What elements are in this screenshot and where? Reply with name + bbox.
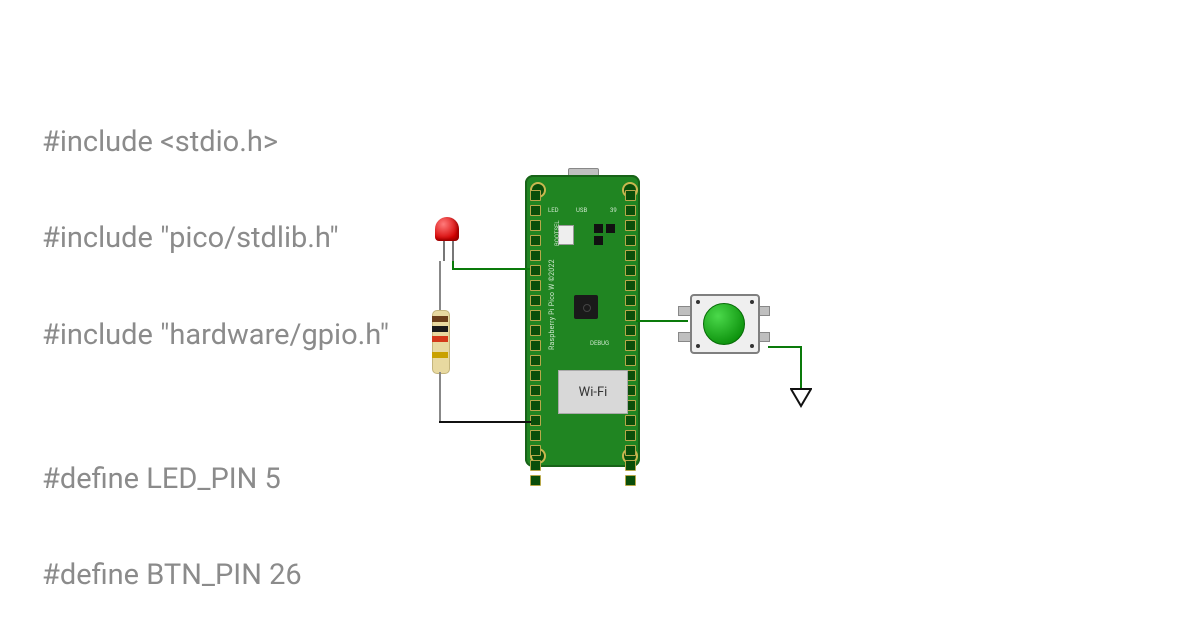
pico-w-board[interactable] — [525, 175, 640, 467]
wire-led-gp5 — [452, 268, 530, 270]
red-led[interactable] — [435, 217, 459, 241]
schematic-canvas: #include <stdio.h> #include "pico/stdlib… — [0, 0, 1200, 630]
resistor-band-4 — [432, 352, 448, 358]
button-corner-dot-icon — [750, 344, 754, 348]
board-label-bootsel: BOOTSEL — [554, 220, 561, 246]
pin-header-right[interactable] — [625, 190, 635, 486]
pin-header-left[interactable] — [530, 190, 540, 486]
code-line: #define BTN_PIN 26 — [42, 551, 637, 599]
wire-btn-gnd — [800, 346, 802, 390]
ground-symbol-icon — [790, 388, 812, 410]
resistor-band-3 — [432, 336, 448, 342]
resistor-lead — [439, 261, 441, 310]
led-cathode-leg — [443, 241, 445, 261]
board-label-led: LED — [548, 207, 559, 214]
chip-icon — [594, 224, 603, 233]
wifi-module-label: Wi-Fi — [579, 385, 608, 400]
code-line: #include <stdio.h> — [42, 118, 637, 166]
wire-btn-gp26 — [636, 320, 688, 322]
wifi-module: Wi-Fi — [558, 370, 628, 414]
resistor-band-2 — [432, 326, 448, 332]
chip-orientation-icon — [583, 304, 591, 312]
board-label-usb: USB — [576, 207, 587, 214]
button-corner-dot-icon — [750, 300, 754, 304]
button-corner-dot-icon — [696, 300, 700, 304]
board-side-text: Raspberry Pi Pico W ©2022 — [548, 259, 556, 350]
chip-icon — [606, 224, 615, 233]
push-button-cap[interactable] — [703, 303, 745, 345]
board-label-debug: DEBUG — [590, 340, 609, 347]
wire-resistor-gnd — [439, 421, 531, 423]
button-corner-dot-icon — [696, 344, 700, 348]
resistor-lead — [439, 372, 441, 422]
chip-icon — [594, 236, 603, 245]
board-label-39: 39 — [610, 207, 617, 214]
resistor-band-1 — [432, 316, 448, 322]
wire-btn-gnd — [768, 346, 802, 348]
